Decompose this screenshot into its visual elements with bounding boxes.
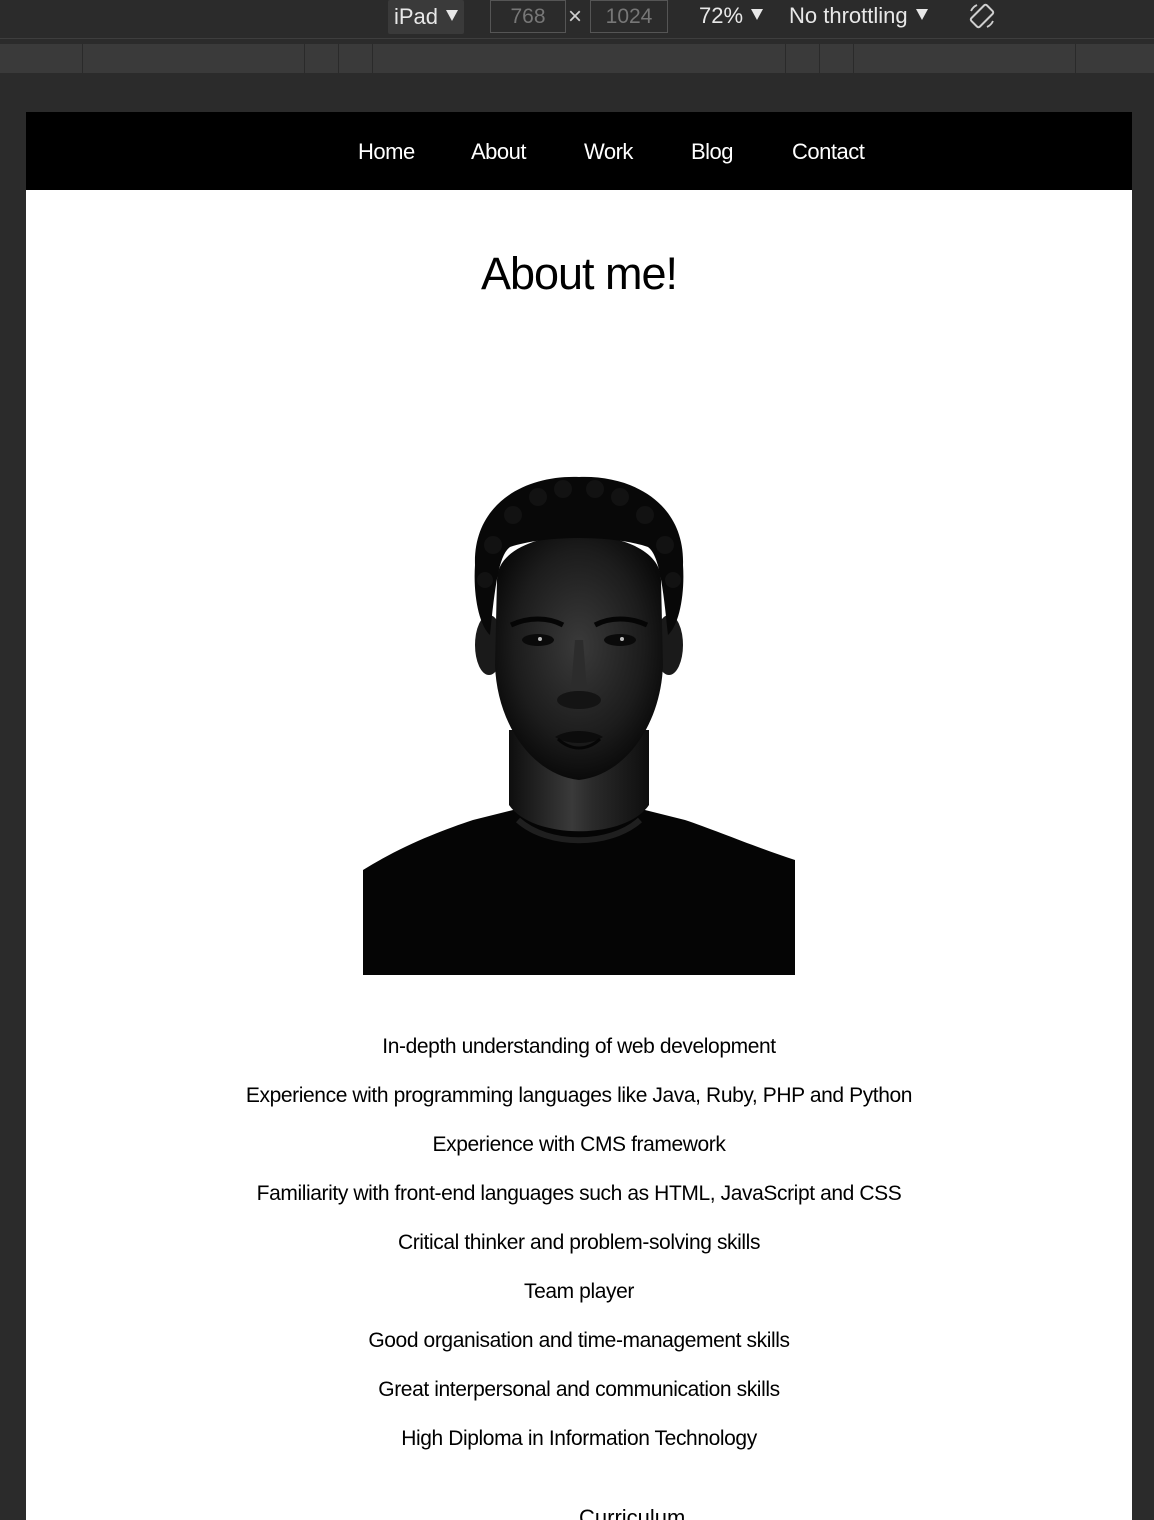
- page-title: About me!: [480, 248, 678, 299]
- curriculum-link[interactable]: Curriculum: [579, 1505, 685, 1520]
- ruler-divider: [372, 44, 373, 73]
- nav-link-blog[interactable]: Blog: [691, 139, 734, 165]
- ruler-divider: [304, 44, 305, 73]
- ruler-divider: [853, 44, 854, 73]
- skills-list: In-depth understanding of web developmen…: [26, 1024, 1132, 1465]
- list-item: Good organisation and time-management sk…: [368, 1329, 790, 1352]
- throttling-select-label: No throttling: [789, 3, 908, 28]
- list-item: Great interpersonal and communication sk…: [378, 1378, 780, 1401]
- list-item: In-depth understanding of web developmen…: [382, 1035, 776, 1058]
- chevron-down-icon: [446, 9, 459, 21]
- media-query-ruler[interactable]: [0, 44, 1154, 73]
- profile-photo: [363, 475, 795, 975]
- list-item: Experience with CMS framework: [432, 1133, 726, 1156]
- viewport-height-input[interactable]: [590, 0, 668, 33]
- dimension-separator: ×: [568, 3, 583, 30]
- ruler-divider: [785, 44, 786, 73]
- ruler-divider: [1075, 44, 1076, 73]
- zoom-select[interactable]: 72%: [699, 3, 764, 29]
- viewport-width-input[interactable]: [490, 0, 566, 33]
- throttling-select[interactable]: No throttling: [789, 3, 928, 29]
- list-item: Critical thinker and problem-solving ski…: [397, 1231, 761, 1254]
- list-item: Team player: [524, 1280, 634, 1303]
- rotate-icon[interactable]: [968, 2, 996, 30]
- device-select[interactable]: iPad: [388, 0, 464, 34]
- list-item: Familiarity with front-end languages suc…: [256, 1182, 902, 1205]
- chevron-down-icon: [915, 8, 928, 20]
- chevron-down-icon: [751, 8, 764, 20]
- nav-link-home[interactable]: Home: [358, 139, 415, 165]
- ruler-divider: [82, 44, 83, 73]
- nav-link-about[interactable]: About: [471, 139, 527, 165]
- list-item: Experience with programming languages li…: [245, 1084, 913, 1107]
- ruler-divider: [819, 44, 820, 73]
- zoom-select-label: 72%: [699, 3, 744, 28]
- nav-link-work[interactable]: Work: [584, 139, 633, 165]
- emulated-viewport: Home About Work Blog Contact About me! I…: [26, 112, 1132, 1520]
- ruler-divider: [338, 44, 339, 73]
- nav-link-contact[interactable]: Contact: [792, 139, 865, 165]
- devtools-device-toolbar: iPad × 72% No throttling: [0, 0, 1154, 39]
- device-select-label: iPad: [394, 4, 439, 29]
- list-item: High Diploma in Information Technology: [401, 1427, 757, 1450]
- site-navbar: Home About Work Blog Contact: [26, 112, 1132, 190]
